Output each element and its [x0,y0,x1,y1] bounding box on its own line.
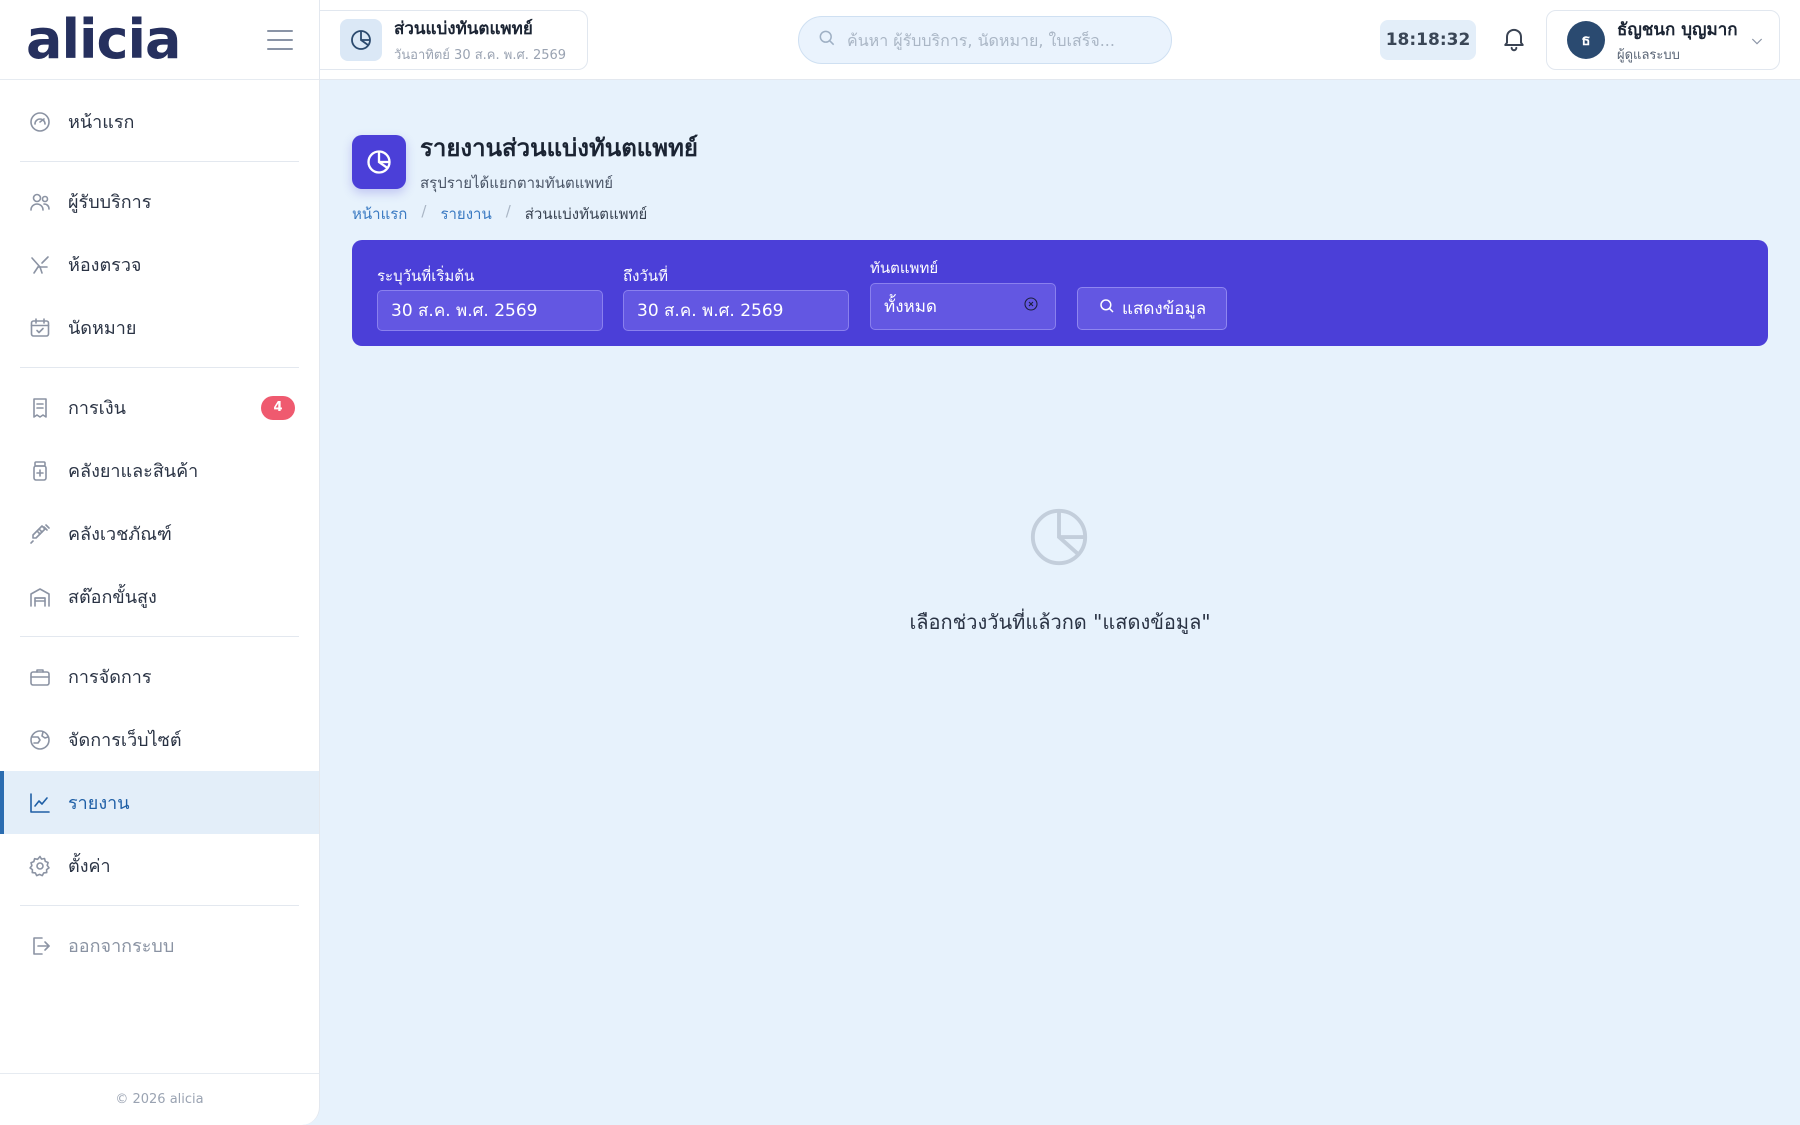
sidebar-item-logout[interactable]: ออกจากระบบ [0,914,319,977]
search-icon [1098,297,1122,320]
dental-chair-icon [28,253,52,277]
global-search [798,16,1172,64]
sidebar-item-label: คลังเวชภัณฑ์ [68,524,172,545]
user-menu[interactable]: ธ ธัญชนก บุญมาก ผู้ดูแลระบบ [1546,10,1780,70]
sidebar-item-medical-supplies[interactable]: คลังเวชภัณฑ์ [0,502,319,565]
breadcrumb: หน้าแรก / รายงาน / ส่วนแบ่งทันตแพทย์ [352,202,647,226]
gauge-icon [28,110,52,134]
sidebar-item-pharmacy[interactable]: คลังยาและสินค้า [0,439,319,502]
syringe-icon [28,522,52,546]
bell-icon [1500,24,1528,56]
divider [20,905,299,906]
search-icon [817,28,847,52]
medicine-bottle-icon [28,459,52,483]
sidebar-item-label: ตั้งค่า [68,856,111,877]
sidebar-item-label: ห้องตรวจ [68,255,142,276]
sidebar-item-settings[interactable]: ตั้งค่า [0,834,319,897]
pie-chart-icon [340,19,382,61]
sidebar-item-management[interactable]: การจัดการ [0,645,319,708]
globe-icon [28,728,52,752]
sidebar-item-exam-room[interactable]: ห้องตรวจ [0,233,319,296]
sidebar-item-home[interactable]: หน้าแรก [0,90,319,153]
start-date-field[interactable]: 30 ส.ค. พ.ศ. 2569 [377,290,603,331]
current-page-chip: ส่วนแบ่งทันตแพทย์ วันอาทิตย์ 30 ส.ค. พ.ศ… [320,10,588,70]
divider [20,636,299,637]
avatar: ธ [1567,21,1605,59]
calendar-check-icon [28,316,52,340]
pie-chart-icon [1028,506,1090,568]
dentist-label: ทันตแพทย์ [870,259,939,277]
divider [20,161,299,162]
current-date: วันอาทิตย์ 30 ส.ค. พ.ศ. 2569 [394,48,567,63]
logout-icon [28,934,52,958]
top-bar: ส่วนแบ่งทันตแพทย์ วันอาทิตย์ 30 ส.ค. พ.ศ… [320,0,1800,80]
breadcrumb-separator: / [505,202,511,220]
warehouse-icon [28,585,52,609]
clear-icon[interactable] [1023,296,1039,312]
sidebar: alicia หน้าแรก ผู้รับบริการ ห้องตรวจ นัด… [0,0,320,1125]
sidebar-item-appointments[interactable]: นัดหมาย [0,296,319,359]
divider [20,367,299,368]
dentist-value: ทั้งหมด [884,297,937,317]
sidebar-item-label: สต๊อกขั้นสูง [68,587,157,608]
sidebar-item-label: นัดหมาย [68,318,137,339]
sidebar-header: alicia [0,0,319,80]
sidebar-item-label: รายงาน [68,793,130,814]
search-input[interactable] [847,30,1147,50]
sidebar-item-label: หน้าแรก [68,112,135,133]
notification-badge: 4 [261,395,295,420]
briefcase-icon [28,665,52,689]
filter-bar: ระบุวันที่เริ่มต้น 30 ส.ค. พ.ศ. 2569 ถึง… [352,240,1768,346]
end-date-field[interactable]: 30 ส.ค. พ.ศ. 2569 [623,290,849,331]
sidebar-item-label: คลังยาและสินค้า [68,461,199,482]
page-subtitle: สรุปรายได้แยกตามทันตแพทย์ [420,174,613,192]
end-date-label: ถึงวันที่ [623,267,668,285]
page-title: รายงานส่วนแบ่งทันตแพทย์ [420,134,698,162]
sidebar-item-label: การจัดการ [68,667,152,688]
empty-state-message: เลือกช่วงวันที่แล้วกด "แสดงข้อมูล" [909,610,1211,634]
sidebar-item-label: ออกจากระบบ [68,936,175,957]
page-header: รายงานส่วนแบ่งทันตแพทย์ สรุปรายได้แยกตาม… [352,128,698,195]
sidebar-item-finance[interactable]: การเงิน 4 [0,376,319,439]
start-date-label: ระบุวันที่เริ่มต้น [377,267,475,285]
pie-chart-icon [352,134,406,189]
sidebar-item-label: การเงิน [68,398,126,419]
sidebar-item-label: ผู้รับบริการ [68,192,152,213]
breadcrumb-separator: / [421,202,427,220]
sidebar-footer: © 2026 alicia [0,1073,319,1125]
breadcrumb-home[interactable]: หน้าแรก [352,202,407,226]
user-role: ผู้ดูแลระบบ [1617,47,1680,63]
dentist-select[interactable]: ทั้งหมด [870,283,1056,330]
sidebar-item-reports[interactable]: รายงาน [0,771,319,834]
chevron-down-icon [1749,33,1765,49]
sidebar-item-website[interactable]: จัดการเว็บไซต์ [0,708,319,771]
clock-display: 18:18:32 [1380,20,1476,60]
trend-chart-icon [28,791,52,815]
sidebar-item-clients[interactable]: ผู้รับบริการ [0,170,319,233]
breadcrumb-reports[interactable]: รายงาน [440,202,491,226]
sidebar-item-label: จัดการเว็บไซต์ [68,730,182,751]
sidebar-nav: หน้าแรก ผู้รับบริการ ห้องตรวจ นัดหมาย กา… [0,80,319,977]
users-icon [28,190,52,214]
menu-toggle-icon[interactable] [267,29,293,50]
receipt-icon [28,396,52,420]
show-data-button[interactable]: แสดงข้อมูล [1077,287,1228,330]
current-page-title: ส่วนแบ่งทันตแพทย์ [394,19,533,39]
breadcrumb-current: ส่วนแบ่งทันตแพทย์ [524,205,648,223]
user-name: ธัญชนก บุญมาก [1617,19,1738,40]
sidebar-item-advanced-stock[interactable]: สต๊อกขั้นสูง [0,565,319,628]
gear-icon [28,854,52,878]
app-logo[interactable]: alicia [26,12,181,67]
notifications-button[interactable] [1496,22,1532,58]
show-data-label: แสดงข้อมูล [1122,299,1207,319]
